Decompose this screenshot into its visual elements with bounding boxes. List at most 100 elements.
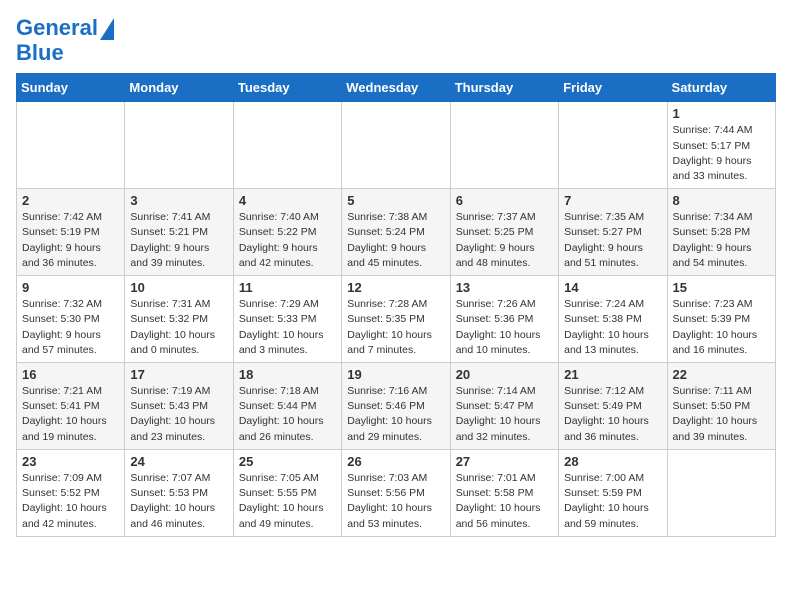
- calendar-cell: 6 Sunrise: 7:37 AM Sunset: 5:25 PM Daylig…: [450, 189, 558, 276]
- calendar-cell: 24 Sunrise: 7:07 AM Sunset: 5:53 PM Dayli…: [125, 449, 233, 536]
- calendar-cell: 1 Sunrise: 7:44 AM Sunset: 5:17 PM Daylig…: [667, 102, 775, 189]
- day-number: 5: [347, 193, 444, 208]
- day-info: Sunrise: 7:41 AM Sunset: 5:21 PM Dayligh…: [130, 210, 227, 271]
- day-info: Sunrise: 7:40 AM Sunset: 5:22 PM Dayligh…: [239, 210, 336, 271]
- calendar-cell: 23 Sunrise: 7:09 AM Sunset: 5:52 PM Dayli…: [17, 449, 125, 536]
- calendar-cell: 18 Sunrise: 7:18 AM Sunset: 5:44 PM Dayli…: [233, 363, 341, 450]
- calendar-cell: 11Sunrise: 7:29 AM Sunset: 5:33 PM Dayli…: [233, 276, 341, 363]
- day-number: 18: [239, 367, 336, 382]
- day-info: Sunrise: 7:37 AM Sunset: 5:25 PM Dayligh…: [456, 210, 553, 271]
- calendar-cell: [125, 102, 233, 189]
- day-info: Sunrise: 7:03 AM Sunset: 5:56 PM Dayligh…: [347, 471, 444, 532]
- day-number: 27: [456, 454, 553, 469]
- day-info: Sunrise: 7:19 AM Sunset: 5:43 PM Dayligh…: [130, 384, 227, 445]
- calendar-cell: [342, 102, 450, 189]
- day-info: Sunrise: 7:26 AM Sunset: 5:36 PM Dayligh…: [456, 297, 553, 358]
- calendar-week-row: 9 Sunrise: 7:32 AM Sunset: 5:30 PM Daylig…: [17, 276, 776, 363]
- day-number: 4: [239, 193, 336, 208]
- day-info: Sunrise: 7:11 AM Sunset: 5:50 PM Dayligh…: [673, 384, 770, 445]
- day-number: 24: [130, 454, 227, 469]
- page-header: General Blue: [16, 16, 776, 65]
- day-number: 9: [22, 280, 119, 295]
- calendar-cell: 25 Sunrise: 7:05 AM Sunset: 5:55 PM Dayli…: [233, 449, 341, 536]
- calendar-cell: 2 Sunrise: 7:42 AM Sunset: 5:19 PM Daylig…: [17, 189, 125, 276]
- calendar-body: 1 Sunrise: 7:44 AM Sunset: 5:17 PM Daylig…: [17, 102, 776, 536]
- logo-text-blue: Blue: [16, 41, 64, 65]
- weekday-header-row: SundayMondayTuesdayWednesdayThursdayFrid…: [17, 74, 776, 102]
- day-number: 28: [564, 454, 661, 469]
- calendar-cell: 7Sunrise: 7:35 AM Sunset: 5:27 PM Daylig…: [559, 189, 667, 276]
- day-number: 8: [673, 193, 770, 208]
- day-number: 13: [456, 280, 553, 295]
- calendar-cell: [559, 102, 667, 189]
- calendar-cell: 20 Sunrise: 7:14 AM Sunset: 5:47 PM Dayli…: [450, 363, 558, 450]
- weekday-header-saturday: Saturday: [667, 74, 775, 102]
- logo-text-general: General: [16, 16, 98, 40]
- day-info: Sunrise: 7:42 AM Sunset: 5:19 PM Dayligh…: [22, 210, 119, 271]
- day-number: 19: [347, 367, 444, 382]
- day-number: 16: [22, 367, 119, 382]
- day-info: Sunrise: 7:34 AM Sunset: 5:28 PM Dayligh…: [673, 210, 770, 271]
- day-number: 14: [564, 280, 661, 295]
- calendar-cell: 22 Sunrise: 7:11 AM Sunset: 5:50 PM Dayli…: [667, 363, 775, 450]
- logo: General Blue: [16, 16, 114, 65]
- day-info: Sunrise: 7:21 AM Sunset: 5:41 PM Dayligh…: [22, 384, 119, 445]
- calendar-cell: 5Sunrise: 7:38 AM Sunset: 5:24 PM Daylig…: [342, 189, 450, 276]
- weekday-header-monday: Monday: [125, 74, 233, 102]
- day-info: Sunrise: 7:00 AM Sunset: 5:59 PM Dayligh…: [564, 471, 661, 532]
- calendar-cell: 3 Sunrise: 7:41 AM Sunset: 5:21 PM Daylig…: [125, 189, 233, 276]
- day-info: Sunrise: 7:23 AM Sunset: 5:39 PM Dayligh…: [673, 297, 770, 358]
- day-number: 15: [673, 280, 770, 295]
- day-info: Sunrise: 7:24 AM Sunset: 5:38 PM Dayligh…: [564, 297, 661, 358]
- day-info: Sunrise: 7:09 AM Sunset: 5:52 PM Dayligh…: [22, 471, 119, 532]
- calendar-cell: 26Sunrise: 7:03 AM Sunset: 5:56 PM Dayli…: [342, 449, 450, 536]
- weekday-header-friday: Friday: [559, 74, 667, 102]
- day-number: 23: [22, 454, 119, 469]
- day-number: 2: [22, 193, 119, 208]
- day-number: 21: [564, 367, 661, 382]
- day-info: Sunrise: 7:14 AM Sunset: 5:47 PM Dayligh…: [456, 384, 553, 445]
- day-number: 20: [456, 367, 553, 382]
- calendar-cell: 12Sunrise: 7:28 AM Sunset: 5:35 PM Dayli…: [342, 276, 450, 363]
- day-number: 3: [130, 193, 227, 208]
- calendar-week-row: 2 Sunrise: 7:42 AM Sunset: 5:19 PM Daylig…: [17, 189, 776, 276]
- day-info: Sunrise: 7:07 AM Sunset: 5:53 PM Dayligh…: [130, 471, 227, 532]
- calendar-table: SundayMondayTuesdayWednesdayThursdayFrid…: [16, 73, 776, 536]
- calendar-cell: 28 Sunrise: 7:00 AM Sunset: 5:59 PM Dayli…: [559, 449, 667, 536]
- day-info: Sunrise: 7:31 AM Sunset: 5:32 PM Dayligh…: [130, 297, 227, 358]
- weekday-header-tuesday: Tuesday: [233, 74, 341, 102]
- calendar-cell: [667, 449, 775, 536]
- weekday-header-sunday: Sunday: [17, 74, 125, 102]
- day-info: Sunrise: 7:05 AM Sunset: 5:55 PM Dayligh…: [239, 471, 336, 532]
- day-info: Sunrise: 7:32 AM Sunset: 5:30 PM Dayligh…: [22, 297, 119, 358]
- day-info: Sunrise: 7:29 AM Sunset: 5:33 PM Dayligh…: [239, 297, 336, 358]
- calendar-cell: 15 Sunrise: 7:23 AM Sunset: 5:39 PM Dayli…: [667, 276, 775, 363]
- calendar-cell: 8 Sunrise: 7:34 AM Sunset: 5:28 PM Daylig…: [667, 189, 775, 276]
- calendar-week-row: 23 Sunrise: 7:09 AM Sunset: 5:52 PM Dayli…: [17, 449, 776, 536]
- day-number: 1: [673, 106, 770, 121]
- day-number: 12: [347, 280, 444, 295]
- calendar-cell: 21 Sunrise: 7:12 AM Sunset: 5:49 PM Dayli…: [559, 363, 667, 450]
- day-number: 22: [673, 367, 770, 382]
- calendar-cell: 4 Sunrise: 7:40 AM Sunset: 5:22 PM Daylig…: [233, 189, 341, 276]
- day-info: Sunrise: 7:44 AM Sunset: 5:17 PM Dayligh…: [673, 123, 770, 184]
- calendar-cell: 16 Sunrise: 7:21 AM Sunset: 5:41 PM Dayli…: [17, 363, 125, 450]
- calendar-week-row: 1 Sunrise: 7:44 AM Sunset: 5:17 PM Daylig…: [17, 102, 776, 189]
- day-info: Sunrise: 7:01 AM Sunset: 5:58 PM Dayligh…: [456, 471, 553, 532]
- calendar-cell: 9 Sunrise: 7:32 AM Sunset: 5:30 PM Daylig…: [17, 276, 125, 363]
- calendar-cell: 19Sunrise: 7:16 AM Sunset: 5:46 PM Dayli…: [342, 363, 450, 450]
- calendar-cell: 10 Sunrise: 7:31 AM Sunset: 5:32 PM Dayli…: [125, 276, 233, 363]
- calendar-week-row: 16 Sunrise: 7:21 AM Sunset: 5:41 PM Dayli…: [17, 363, 776, 450]
- day-number: 25: [239, 454, 336, 469]
- day-info: Sunrise: 7:12 AM Sunset: 5:49 PM Dayligh…: [564, 384, 661, 445]
- weekday-header-thursday: Thursday: [450, 74, 558, 102]
- calendar-cell: 17Sunrise: 7:19 AM Sunset: 5:43 PM Dayli…: [125, 363, 233, 450]
- day-number: 10: [130, 280, 227, 295]
- calendar-cell: [233, 102, 341, 189]
- calendar-cell: [17, 102, 125, 189]
- day-number: 6: [456, 193, 553, 208]
- day-number: 7: [564, 193, 661, 208]
- calendar-cell: 13 Sunrise: 7:26 AM Sunset: 5:36 PM Dayli…: [450, 276, 558, 363]
- day-info: Sunrise: 7:18 AM Sunset: 5:44 PM Dayligh…: [239, 384, 336, 445]
- weekday-header-wednesday: Wednesday: [342, 74, 450, 102]
